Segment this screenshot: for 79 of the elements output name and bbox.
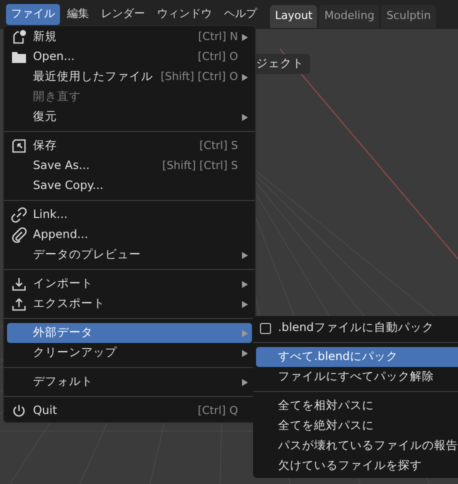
submenu-arrow-icon (242, 34, 248, 40)
menu-item[interactable]: パスが壊れているファイルの報告 (256, 436, 458, 456)
menu-item-label: Quit (33, 402, 58, 420)
submenu-arrow-icon (242, 252, 248, 258)
menu-item-label: 最近使用したファイル (33, 68, 153, 86)
shortcut-label: [Shift] [Ctrl] O (160, 68, 238, 85)
menu-item[interactable]: すべて.blendにパック (256, 347, 458, 367)
menu-bar-item[interactable]: ファイル (6, 4, 60, 25)
menu-item-label: インポート (33, 275, 93, 292)
menu-bar-item[interactable]: ウィンドウ (152, 4, 217, 25)
shortcut-label: [Ctrl] O (198, 48, 238, 65)
menu-item[interactable]: エクスポート (7, 294, 252, 314)
shortcut-label: [Shift] [Ctrl] S (162, 158, 238, 174)
menu-item-label: エクスポート (33, 295, 105, 312)
menu-item[interactable]: デフォルト (7, 372, 252, 392)
shortcut-label: [Ctrl] N (198, 28, 238, 45)
workspace-tab[interactable]: Layout (270, 5, 318, 28)
menu-item-label: Link... (33, 206, 68, 224)
menu-item[interactable]: ファイルにすべてパック解除 (256, 367, 458, 387)
menu-item[interactable]: Link... (7, 205, 252, 225)
checkbox[interactable] (260, 322, 271, 334)
menu-bar-item[interactable]: ヘルプ (219, 4, 262, 25)
menu-item-label: データのプレビュー (33, 246, 141, 264)
menu-item-label: Append... (33, 226, 88, 244)
export-icon (11, 296, 27, 312)
menu-item[interactable]: 保存 [Ctrl] S (7, 136, 252, 156)
power-icon (11, 403, 27, 419)
workspace-tab[interactable]: Sculptin (381, 5, 436, 28)
menu-item[interactable]: 外部データ (7, 323, 252, 343)
new-file-icon (11, 29, 27, 45)
menu-item-label: 全てを絶対パスに (278, 417, 374, 434)
menu-bar-item[interactable]: レンダー (96, 4, 150, 25)
checkbox-item[interactable]: .blendファイルに自動パック (256, 318, 458, 338)
menu-item[interactable]: 復元 (7, 107, 252, 127)
menu-item-label: Open... (33, 48, 75, 66)
menu-item[interactable]: 最近使用したファイル [Shift] [Ctrl] O (7, 67, 252, 87)
menu-item[interactable]: Open... [Ctrl] O (7, 47, 252, 67)
menu-item-label: クリーンアップ (33, 344, 117, 362)
shortcut-label: [Ctrl] S (199, 138, 238, 154)
menu-item-label: 欠けているファイルを探す (278, 457, 422, 474)
submenu-arrow-icon (242, 378, 248, 386)
submenu-arrow-icon (242, 330, 248, 336)
menu-item[interactable]: 欠けているファイルを探す (256, 456, 458, 476)
checkbox-label: .blendファイルに自動パック (278, 319, 434, 336)
menu-item[interactable]: Append... (7, 225, 252, 245)
menu-item-label: 全てを相対パスに (278, 397, 374, 414)
menu-item[interactable]: データのプレビュー (7, 245, 252, 265)
menu-item-label: 新規 (33, 28, 57, 46)
menu-item[interactable]: クリーンアップ (7, 343, 252, 363)
shortcut-label: [Ctrl] Q (198, 402, 238, 419)
menu-item-label: すべて.blendにパック (278, 348, 398, 366)
submenu-arrow-icon (242, 114, 248, 120)
paperclip-icon (11, 227, 27, 243)
submenu-arrow-icon (242, 350, 248, 356)
menu-item[interactable]: Save As... [Shift] [Ctrl] S (7, 156, 252, 176)
menu-item[interactable]: 全てを相対パスに (256, 396, 458, 416)
menu-item-label: 外部データ (33, 324, 93, 342)
menu-item[interactable]: 新規 [Ctrl] N (7, 27, 252, 47)
menu-item[interactable]: インポート (7, 274, 252, 294)
menu-item-label: デフォルト (33, 373, 93, 390)
workspace-tab[interactable]: Modeling (319, 5, 380, 28)
menu-item-label: Save Copy... (33, 177, 104, 194)
menu-item-label: 復元 (33, 108, 57, 126)
submenu-arrow-icon (242, 74, 248, 80)
menu-item[interactable]: Save Copy... (7, 176, 252, 196)
menu-item-label: Save As... (33, 157, 90, 174)
menu-item[interactable]: 全てを絶対パスに (256, 416, 458, 436)
menu-bar-item[interactable]: 編集 (62, 4, 94, 25)
import-icon (11, 276, 27, 292)
submenu-arrow-icon (242, 300, 248, 308)
link-icon (11, 207, 27, 223)
submenu-arrow-icon (242, 280, 248, 288)
menu-item-label: ファイルにすべてパック解除 (278, 368, 434, 386)
menu-item-label: パスが壊れているファイルの報告 (278, 437, 458, 454)
menu-item-label: 開き直す (33, 88, 81, 106)
save-icon (11, 138, 27, 154)
folder-icon (11, 49, 27, 65)
menu-item-label: 保存 (33, 137, 57, 154)
menu-item[interactable]: Quit [Ctrl] Q (7, 401, 252, 421)
